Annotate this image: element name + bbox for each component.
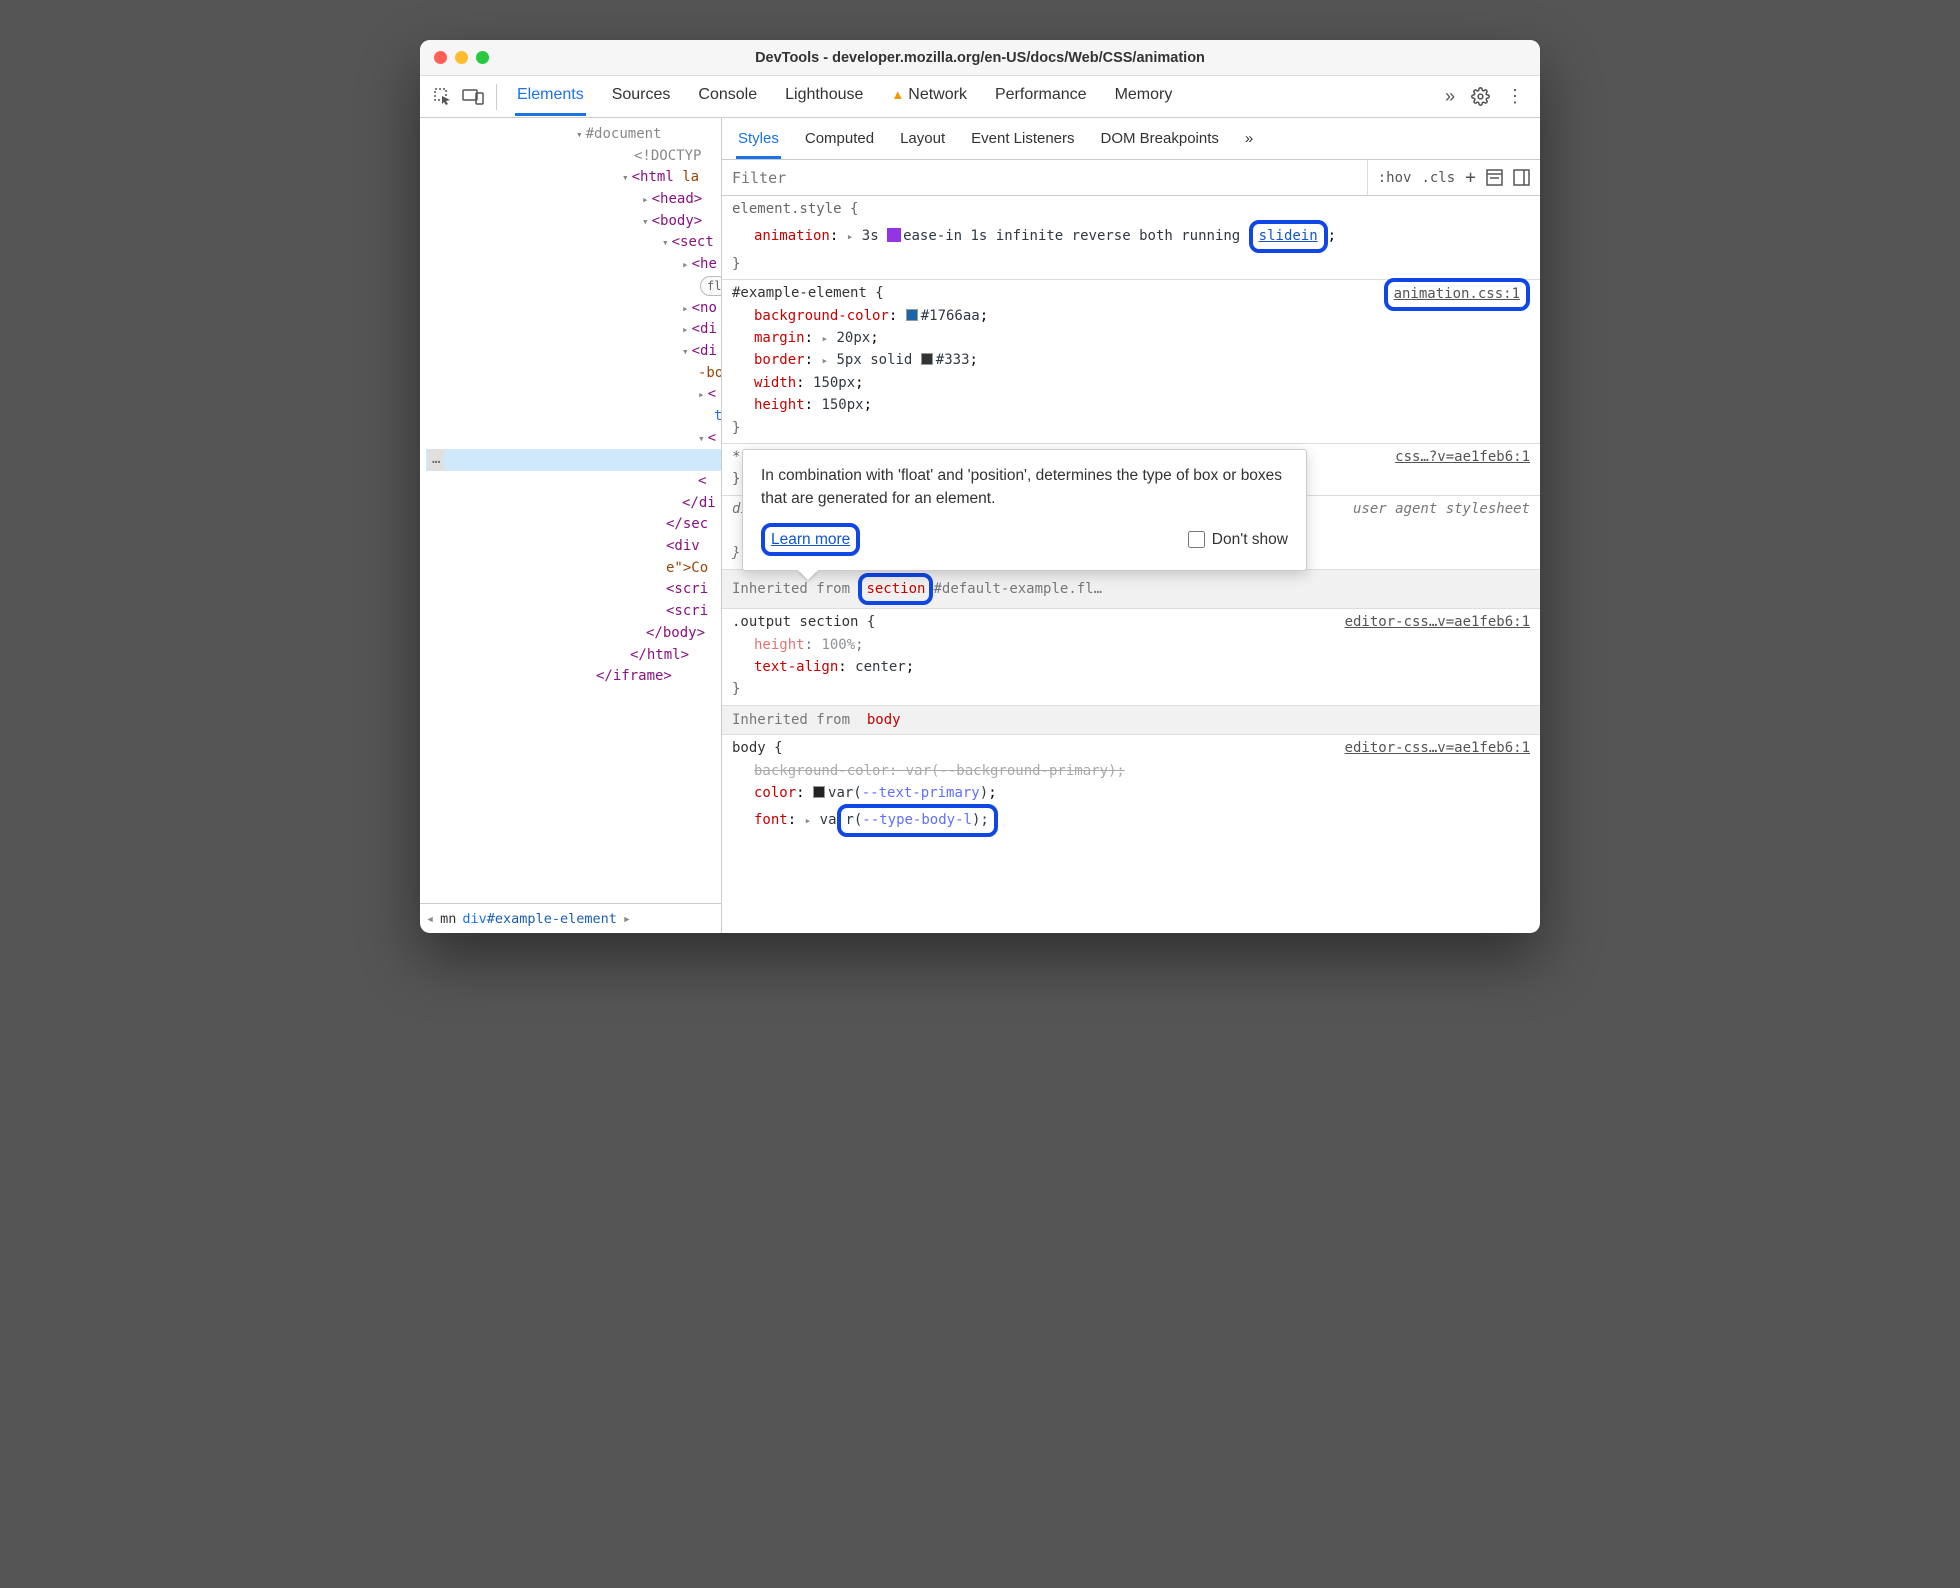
highlight-learn-more[interactable]: Learn more <box>761 523 860 556</box>
rule-example-element[interactable]: animation.css:1 #example-element { backg… <box>722 280 1540 444</box>
styles-tabs-overflow[interactable]: » <box>1243 126 1255 159</box>
popover-text: In combination with 'float' and 'positio… <box>761 464 1288 511</box>
tab-styles[interactable]: Styles <box>736 126 781 159</box>
tab-network[interactable]: Network <box>889 77 969 116</box>
tab-dom-breakpoints[interactable]: DOM Breakpoints <box>1099 126 1221 159</box>
filter-row: :hov .cls + <box>722 160 1540 196</box>
tab-console[interactable]: Console <box>696 77 759 116</box>
color-swatch-icon[interactable] <box>906 309 918 321</box>
panel-tabs: Elements Sources Console Lighthouse Netw… <box>515 77 1435 116</box>
dom-tree[interactable]: #document <!DOCTYP <html la <head> <body… <box>420 118 721 903</box>
source-link[interactable]: editor-css…v=ae1feb6:1 <box>1345 611 1530 633</box>
tabs-overflow-icon[interactable]: » <box>1439 86 1461 107</box>
inherited-body: Inherited from body <box>722 706 1540 735</box>
highlight-slidein[interactable]: slidein <box>1249 220 1328 252</box>
inspect-icon[interactable] <box>430 84 456 110</box>
rule-element-style[interactable]: element.style { animation: ▸ 3s ease-in … <box>722 196 1540 280</box>
filter-buttons: :hov .cls + <box>1367 160 1540 195</box>
highlight-var-font[interactable]: r(--type-body-l); <box>837 804 998 836</box>
color-swatch-icon[interactable] <box>813 786 825 798</box>
styles-panel: Styles Computed Layout Event Listeners D… <box>722 118 1540 933</box>
chevron-right-icon[interactable]: ▸ <box>623 911 631 927</box>
flex-pill[interactable]: fl <box>700 276 721 297</box>
more-icon[interactable]: ⋮ <box>1500 86 1530 107</box>
source-link[interactable]: css…?v=ae1feb6:1 <box>1395 446 1530 468</box>
dont-show-checkbox[interactable]: Don't show <box>1188 528 1288 551</box>
tab-lighthouse[interactable]: Lighthouse <box>783 77 865 116</box>
rules-list: element.style { animation: ▸ 3s ease-in … <box>722 196 1540 933</box>
tab-sources[interactable]: Sources <box>610 77 673 116</box>
inherited-section: Inherited from section#default-example.f… <box>722 570 1540 609</box>
elements-panel: #document <!DOCTYP <html la <head> <body… <box>420 118 722 933</box>
tab-performance[interactable]: Performance <box>993 77 1089 116</box>
rule-output-section[interactable]: editor-css…v=ae1feb6:1 .output section {… <box>722 609 1540 706</box>
titlebar: DevTools - developer.mozilla.org/en-US/d… <box>420 40 1540 76</box>
settings-icon[interactable] <box>1465 87 1496 106</box>
divider <box>496 84 497 110</box>
highlight-section-tag[interactable]: section <box>858 573 933 605</box>
property-docs-popover: In combination with 'float' and 'positio… <box>742 449 1307 571</box>
popover-tail <box>798 570 818 580</box>
main-content: #document <!DOCTYP <html la <head> <body… <box>420 118 1540 933</box>
tab-memory[interactable]: Memory <box>1113 77 1175 116</box>
panel-toggle-icon[interactable] <box>1513 169 1530 186</box>
checkbox-input[interactable] <box>1188 531 1205 548</box>
maximize-icon[interactable] <box>476 51 489 64</box>
rule-body[interactable]: editor-css…v=ae1feb6:1 body { background… <box>722 735 1540 841</box>
source-link[interactable]: animation.css:1 <box>1384 278 1530 310</box>
styles-tabs: Styles Computed Layout Event Listeners D… <box>722 118 1540 160</box>
warning-icon <box>891 86 908 103</box>
window-controls <box>434 51 489 64</box>
devtools-window: DevTools - developer.mozilla.org/en-US/d… <box>420 40 1540 933</box>
minimize-icon[interactable] <box>455 51 468 64</box>
device-icon[interactable] <box>460 84 486 110</box>
crumb-selected[interactable]: div#example-element <box>462 911 616 927</box>
easing-swatch-icon[interactable] <box>887 228 901 242</box>
main-toolbar: Elements Sources Console Lighthouse Netw… <box>420 76 1540 118</box>
crumb-mn[interactable]: mn <box>440 911 456 927</box>
filter-input[interactable] <box>722 160 1367 195</box>
tab-event-listeners[interactable]: Event Listeners <box>969 126 1076 159</box>
learn-more-link[interactable]: Learn more <box>771 531 850 548</box>
chevron-left-icon[interactable]: ◂ <box>426 911 434 927</box>
selected-dom-node[interactable]: … <box>426 449 721 471</box>
window-title: DevTools - developer.mozilla.org/en-US/d… <box>420 50 1540 66</box>
breadcrumb[interactable]: ◂ mn div#example-element ▸ <box>420 903 721 933</box>
close-icon[interactable] <box>434 51 447 64</box>
source-link[interactable]: editor-css…v=ae1feb6:1 <box>1345 737 1530 759</box>
computed-sidebar-icon[interactable] <box>1486 169 1503 186</box>
color-swatch-icon[interactable] <box>921 353 933 365</box>
tab-computed[interactable]: Computed <box>803 126 876 159</box>
tab-elements[interactable]: Elements <box>515 77 586 116</box>
cls-toggle[interactable]: .cls <box>1421 170 1455 186</box>
tab-layout[interactable]: Layout <box>898 126 947 159</box>
hov-toggle[interactable]: :hov <box>1378 170 1412 186</box>
ua-stylesheet-label: user agent stylesheet <box>1353 498 1530 520</box>
new-rule-icon[interactable]: + <box>1465 167 1476 188</box>
